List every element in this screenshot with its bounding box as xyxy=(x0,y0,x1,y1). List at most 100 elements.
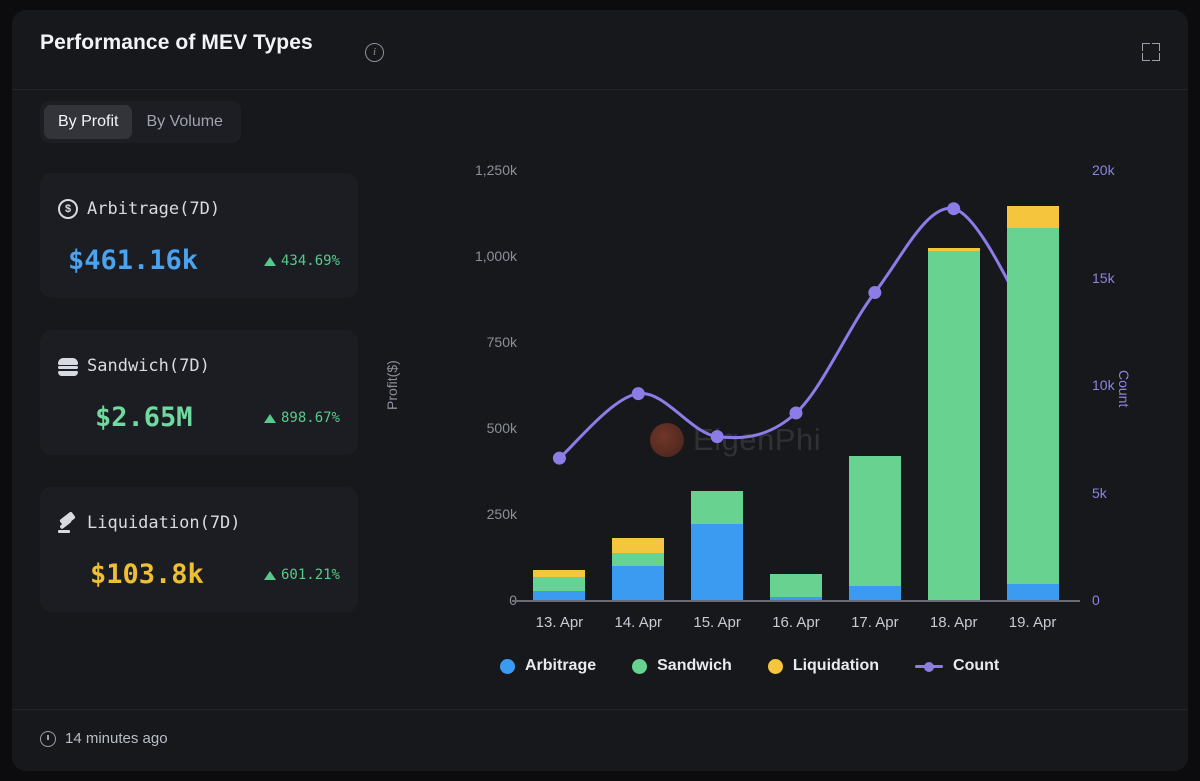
stat-card-value: $461.16k xyxy=(68,245,199,276)
line-data-point[interactable] xyxy=(552,451,566,465)
y2-axis-tick-label: 5k xyxy=(1092,484,1107,501)
line-data-point[interactable] xyxy=(710,430,724,444)
bar-segment-sandwich xyxy=(1006,227,1059,584)
x-axis-tick-label: 13. Apr xyxy=(535,614,584,631)
line-data-point[interactable] xyxy=(947,202,961,216)
y2-axis-tick-label: 10k xyxy=(1092,377,1115,393)
tab-by-volume[interactable]: By Volume xyxy=(132,105,236,139)
legend-item-count[interactable]: Count xyxy=(915,657,999,675)
y2-axis-tick-label: 15k xyxy=(1092,269,1115,286)
legend-label: Count xyxy=(953,657,1000,674)
bar-segment-liquidation xyxy=(612,538,665,553)
stat-card-change: 898.67% xyxy=(263,410,340,426)
stat-card-change-value: 434.69% xyxy=(280,253,340,269)
y-axis-tick-label: 500k xyxy=(486,420,517,436)
stat-card-list: $ Arbitrage(7D) $461.16k 434.69% Sandwic… xyxy=(40,173,358,644)
stat-card-label: Arbitrage(7D) xyxy=(87,199,221,219)
bar-segment-arbitrage xyxy=(770,597,822,600)
bar-segment-sandwich xyxy=(848,455,901,586)
stat-card-change-value: 601.21% xyxy=(280,567,340,583)
card-footer: 14 minutes ago xyxy=(12,709,1188,771)
stat-card-sandwich[interactable]: Sandwich(7D) $2.65M 898.67% xyxy=(40,330,358,455)
chart-bar[interactable] xyxy=(612,538,665,600)
bar-segment-arbitrage xyxy=(691,524,744,600)
bar-segment-arbitrage xyxy=(533,591,586,600)
stat-card-arbitrage[interactable]: $ Arbitrage(7D) $461.16k 434.69% xyxy=(40,173,358,298)
bar-segment-arbitrage xyxy=(1006,583,1059,600)
chart-bar[interactable] xyxy=(770,574,822,600)
page-title: Performance of MEV Types xyxy=(40,31,313,54)
view-mode-tabs: By Profit By Volume xyxy=(40,101,241,143)
x-axis-tick-label: 16. Apr xyxy=(772,614,820,631)
stat-card-liquidation[interactable]: Liquidation(7D) $103.8k 601.21% xyxy=(40,487,358,612)
bar-segment-liquidation xyxy=(1006,206,1059,228)
gavel-icon xyxy=(58,511,78,533)
legend-label: Arbitrage xyxy=(525,657,597,674)
tab-by-profit[interactable]: By Profit xyxy=(44,105,133,139)
trend-up-icon xyxy=(263,256,276,266)
legend-item-arbitrage[interactable]: Arbitrage xyxy=(500,657,596,675)
bar-segment-arbitrage xyxy=(612,565,665,600)
chart-bar[interactable] xyxy=(1006,206,1059,600)
mev-performance-card: Performance of MEV Types i By Profit By … xyxy=(12,10,1188,771)
x-axis-tick-label: 15. Apr xyxy=(693,614,741,631)
legend-label: Liquidation xyxy=(792,657,880,674)
legend-swatch-liquidation xyxy=(767,658,783,674)
last-updated-label: 14 minutes ago xyxy=(65,730,168,747)
mev-performance-chart[interactable]: EigenPhi Profit($) Count 0250k500k750k1,… xyxy=(384,162,1182,700)
chart-bar[interactable] xyxy=(533,569,586,600)
card-header: Performance of MEV Types i xyxy=(12,10,1188,90)
chart-bar[interactable] xyxy=(691,490,744,600)
stat-card-header: $ Arbitrage(7D) xyxy=(58,199,220,219)
stat-card-change: 601.21% xyxy=(263,567,340,583)
chart-legend: Arbitrage Sandwich Liquidation Count xyxy=(500,657,1035,675)
info-icon[interactable]: i xyxy=(365,43,384,62)
trend-up-icon xyxy=(263,413,276,423)
bar-segment-sandwich xyxy=(927,250,980,600)
trend-up-icon xyxy=(263,570,276,580)
expand-icon[interactable] xyxy=(1142,43,1160,61)
stat-card-change-value: 898.67% xyxy=(280,410,340,426)
y-axis-title: Profit($) xyxy=(384,360,400,410)
line-data-point[interactable] xyxy=(631,387,645,401)
legend-swatch-sandwich xyxy=(632,658,648,674)
y2-axis-tick-label: 0 xyxy=(1092,592,1100,608)
stat-card-value: $2.65M xyxy=(95,402,193,433)
legend-swatch-arbitrage xyxy=(500,658,515,674)
y-axis-tick-label: 750k xyxy=(486,334,517,350)
y-axis-tick-label: 1,000k xyxy=(474,248,517,264)
x-axis-line xyxy=(512,600,1080,602)
y2-axis-tick-label: 20k xyxy=(1092,162,1115,178)
line-data-point[interactable] xyxy=(789,406,803,420)
clock-icon xyxy=(40,731,56,747)
stat-card-label: Liquidation(7D) xyxy=(87,513,241,533)
chart-bar[interactable] xyxy=(848,455,901,600)
legend-swatch-count xyxy=(915,659,944,674)
bar-segment-sandwich xyxy=(533,577,586,592)
x-axis-tick-label: 18. Apr xyxy=(929,614,978,631)
y-axis-tick-label: 250k xyxy=(486,506,517,522)
legend-label: Sandwich xyxy=(657,657,732,674)
sandwich-burger-icon xyxy=(58,356,78,376)
count-line-series xyxy=(552,202,1040,465)
stat-card-value: $103.8k xyxy=(90,559,204,590)
bar-segment-sandwich xyxy=(612,552,665,566)
stat-card-header: Sandwich(7D) xyxy=(58,356,210,376)
bar-segment-sandwich xyxy=(770,574,822,598)
y-axis-tick-label: 1,250k xyxy=(474,162,517,178)
stat-card-header: Liquidation(7D) xyxy=(58,511,241,533)
x-axis-tick-label: 19. Apr xyxy=(1008,614,1057,631)
y2-axis-title: Count xyxy=(1116,370,1132,408)
stat-card-label: Sandwich(7D) xyxy=(87,356,210,376)
coin-dollar-icon: $ xyxy=(58,199,78,219)
bar-segment-sandwich xyxy=(691,490,744,525)
bar-segment-arbitrage xyxy=(848,585,901,600)
plot-area xyxy=(520,170,1072,600)
bar-segment-liquidation xyxy=(533,569,586,578)
x-axis-tick-label: 14. Apr xyxy=(614,614,663,631)
line-data-point[interactable] xyxy=(868,286,882,300)
chart-bar[interactable] xyxy=(927,248,980,600)
x-axis-tick-label: 17. Apr xyxy=(851,614,899,631)
legend-item-liquidation[interactable]: Liquidation xyxy=(767,657,880,675)
legend-item-sandwich[interactable]: Sandwich xyxy=(632,657,732,675)
